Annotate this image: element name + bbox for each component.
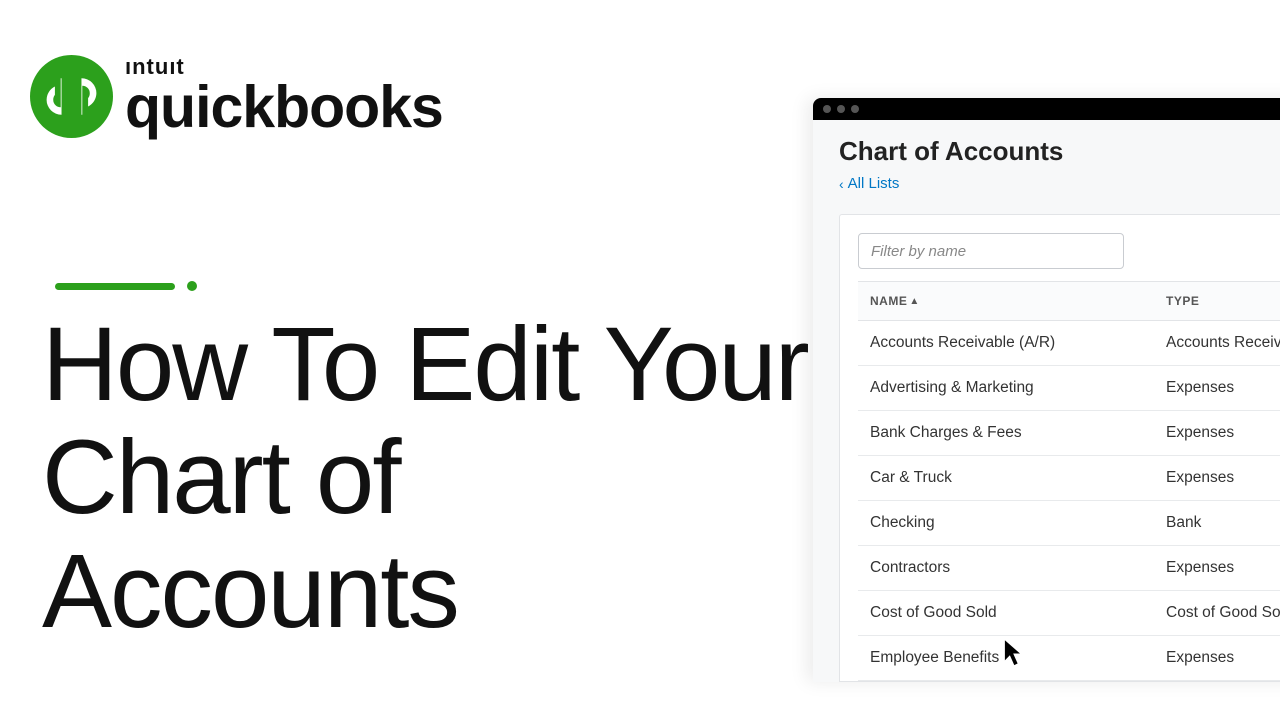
page-title: Chart of Accounts	[839, 136, 1280, 167]
table-row[interactable]: Bank Charges & FeesExpenses	[858, 411, 1280, 456]
cell-type: Expenses	[1158, 411, 1280, 456]
accounts-table: NAME▲ TYPE Accounts Receivable (A/R)Acco…	[858, 281, 1280, 681]
back-link-label: All Lists	[848, 175, 900, 192]
cell-name: Employee Benefits	[858, 636, 1158, 681]
cell-type: Expenses	[1158, 366, 1280, 411]
page-headline: How To Edit Your Chart of Accounts	[42, 308, 822, 648]
cell-name: Accounts Receivable (A/R)	[858, 321, 1158, 366]
column-header-type[interactable]: TYPE	[1158, 282, 1280, 321]
cell-type: Expenses	[1158, 636, 1280, 681]
cell-type: Accounts Receivable	[1158, 321, 1280, 366]
column-header-name-label: NAME	[870, 294, 907, 308]
window-titlebar	[813, 98, 1280, 120]
table-row[interactable]: Employee BenefitsExpenses	[858, 636, 1280, 681]
cell-name: Cost of Good Sold	[858, 591, 1158, 636]
cell-type: Expenses	[1158, 546, 1280, 591]
table-row[interactable]: Advertising & MarketingExpenses	[858, 366, 1280, 411]
cell-type: Cost of Good Sold	[1158, 591, 1280, 636]
traffic-light-max-icon[interactable]	[851, 105, 859, 113]
traffic-light-close-icon[interactable]	[823, 105, 831, 113]
column-header-type-label: TYPE	[1166, 294, 1199, 308]
quickbooks-wordmark: quickbooks	[125, 78, 443, 137]
back-all-lists-link[interactable]: ‹ All Lists	[839, 175, 899, 192]
cell-name: Car & Truck	[858, 456, 1158, 501]
table-row[interactable]: CheckingBank	[858, 501, 1280, 546]
column-header-name[interactable]: NAME▲	[858, 282, 1158, 321]
cell-name: Bank Charges & Fees	[858, 411, 1158, 456]
chevron-left-icon: ‹	[839, 176, 844, 192]
table-row[interactable]: Cost of Good SoldCost of Good Sold	[858, 591, 1280, 636]
quickbooks-mark-icon	[30, 55, 113, 138]
cell-type: Bank	[1158, 501, 1280, 546]
cell-name: Advertising & Marketing	[858, 366, 1158, 411]
app-window: Chart of Accounts ‹ All Lists NAME▲ TYPE	[813, 98, 1280, 682]
table-row[interactable]: Accounts Receivable (A/R)Accounts Receiv…	[858, 321, 1280, 366]
cell-name: Checking	[858, 501, 1158, 546]
accounts-panel: NAME▲ TYPE Accounts Receivable (A/R)Acco…	[839, 214, 1280, 682]
sort-asc-icon: ▲	[909, 296, 919, 307]
table-row[interactable]: Car & TruckExpenses	[858, 456, 1280, 501]
quickbooks-logo: ıntuıt quickbooks	[30, 55, 443, 138]
cell-type: Expenses	[1158, 456, 1280, 501]
table-row[interactable]: ContractorsExpenses	[858, 546, 1280, 591]
cell-name: Contractors	[858, 546, 1158, 591]
traffic-light-min-icon[interactable]	[837, 105, 845, 113]
filter-by-name-input[interactable]	[858, 233, 1124, 269]
accent-rule	[55, 281, 197, 291]
